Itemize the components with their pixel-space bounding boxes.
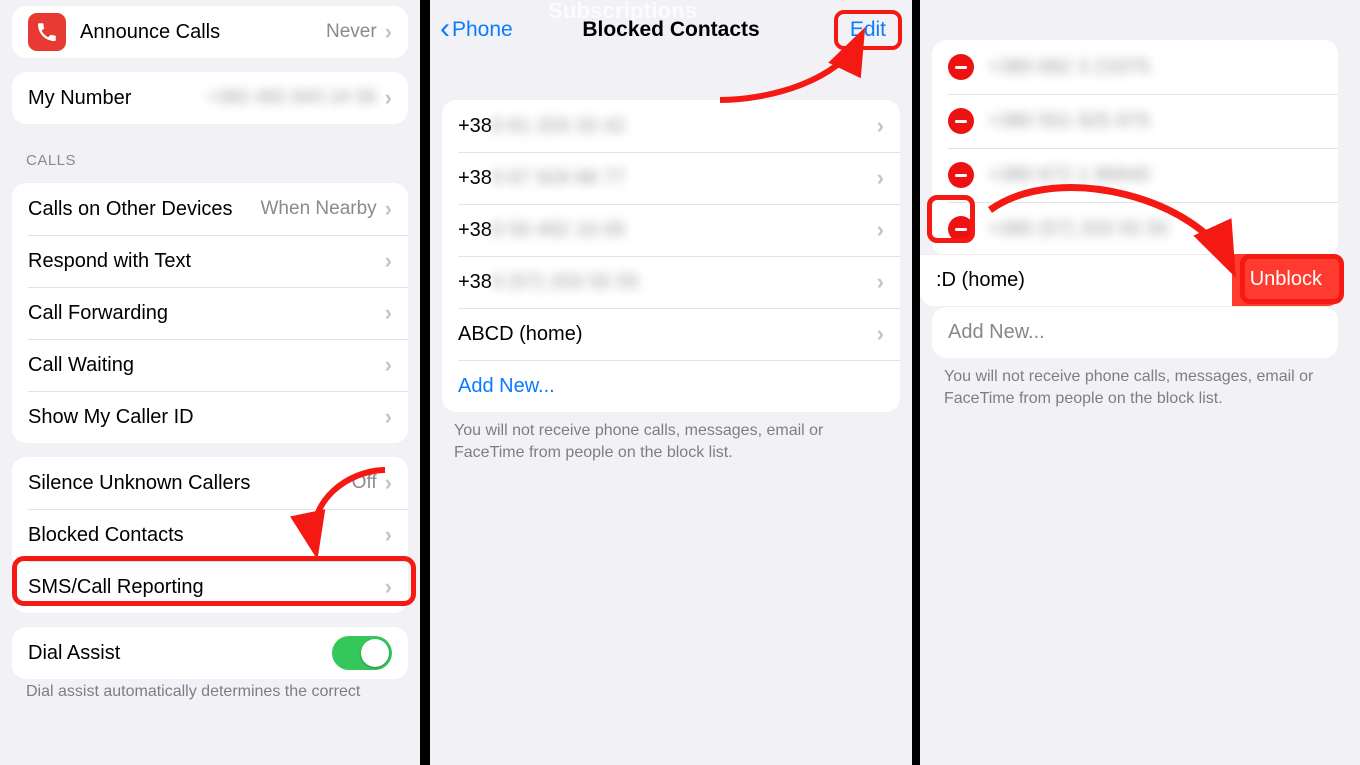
chevron-right-icon: › (383, 574, 392, 600)
chevron-right-icon: › (383, 404, 392, 430)
call-forwarding-label: Call Forwarding (28, 302, 383, 325)
chevron-right-icon: › (875, 269, 884, 295)
calls-other-devices-value: When Nearby (261, 198, 383, 220)
blocked-contacts-row[interactable]: Blocked Contacts › (12, 509, 408, 561)
call-waiting-row[interactable]: Call Waiting › (12, 339, 408, 391)
edit-blocked-row[interactable]: +380 501 925 875 (932, 94, 1338, 148)
blocked-number: +380 67 929 88 77 (458, 167, 875, 190)
remove-minus-icon[interactable] (948, 108, 974, 134)
chevron-right-icon: › (383, 248, 392, 274)
blocked-number-row[interactable]: +380 67 929 88 77 › (442, 152, 900, 204)
add-new-label: Add New... (458, 375, 884, 398)
my-number-value: +382 492 843 24 56 (207, 87, 383, 109)
unblock-button[interactable]: Unblock (1232, 254, 1340, 306)
chevron-right-icon: › (383, 19, 392, 45)
sms-call-reporting-row[interactable]: SMS/Call Reporting › (12, 561, 408, 613)
chevron-right-icon: › (383, 522, 392, 548)
blocked-contacts-label: Blocked Contacts (28, 524, 383, 547)
blocked-contact-name: ABCD (home) (458, 323, 875, 346)
blocked-number: +380 (57) 203 55 55 (988, 218, 1322, 241)
remove-minus-icon[interactable] (948, 162, 974, 188)
blocked-number: +380 501 925 875 (988, 110, 1322, 133)
silence-unknown-callers-row[interactable]: Silence Unknown Callers Off › (12, 457, 408, 509)
blocked-number: +380 (57) 203 55 55 (458, 271, 875, 294)
announce-calls-value: Never (326, 21, 383, 43)
respond-with-text-row[interactable]: Respond with Text › (12, 235, 408, 287)
show-my-caller-id-row[interactable]: Show My Caller ID › (12, 391, 408, 443)
chevron-right-icon: › (875, 165, 884, 191)
silence-unknown-callers-value: Off (352, 472, 383, 494)
edit-blocked-row[interactable]: +380 682 3 23375 (932, 40, 1338, 94)
blocked-number-row[interactable]: +380 50 492 10 05 › (442, 204, 900, 256)
add-new-row[interactable]: Add New... (442, 360, 900, 412)
calls-other-devices-row[interactable]: Calls on Other Devices When Nearby › (12, 183, 408, 235)
blocked-contact-row[interactable]: ABCD (home) › (442, 308, 900, 360)
block-list-note: You will not receive phone calls, messag… (944, 366, 1326, 409)
dial-assist-toggle[interactable] (332, 636, 392, 670)
announce-calls-row[interactable]: Announce Calls Never › (12, 6, 408, 58)
announce-calls-label: Announce Calls (80, 21, 326, 44)
block-list-note: You will not receive phone calls, messag… (454, 420, 888, 463)
chevron-right-icon: › (875, 113, 884, 139)
chevron-right-icon: › (875, 321, 884, 347)
dial-assist-label: Dial Assist (28, 642, 332, 665)
chevron-right-icon: › (383, 352, 392, 378)
dial-assist-row[interactable]: Dial Assist (12, 627, 408, 679)
show-my-caller-id-label: Show My Caller ID (28, 406, 383, 429)
dial-assist-note: Dial assist automatically determines the… (26, 683, 402, 701)
blocked-number: +380 61 203 33 42 (458, 115, 875, 138)
page-title: Blocked Contacts (430, 18, 912, 42)
respond-with-text-label: Respond with Text (28, 250, 383, 273)
remove-minus-icon[interactable] (948, 216, 974, 242)
calls-other-devices-label: Calls on Other Devices (28, 198, 261, 221)
remove-minus-icon[interactable] (948, 54, 974, 80)
edit-blocked-row[interactable]: +380 672 1 86840 (932, 148, 1338, 202)
blocked-number-row[interactable]: +380 61 203 33 42 › (442, 100, 900, 152)
chevron-right-icon: › (383, 470, 392, 496)
blocked-number: +380 50 492 10 05 (458, 219, 875, 242)
blocked-number: +380 672 1 86840 (988, 164, 1322, 187)
my-number-row[interactable]: My Number +382 492 843 24 56 › (12, 72, 408, 124)
call-waiting-label: Call Waiting (28, 354, 383, 377)
chevron-right-icon: › (383, 300, 392, 326)
chevron-right-icon: › (875, 217, 884, 243)
blocked-number: +380 682 3 23375 (988, 56, 1322, 79)
blocked-number-row[interactable]: +380 (57) 203 55 55 › (442, 256, 900, 308)
silence-unknown-callers-label: Silence Unknown Callers (28, 472, 352, 495)
my-number-label: My Number (28, 87, 207, 110)
edit-blocked-row[interactable]: +380 (57) 203 55 55 (932, 202, 1338, 256)
swiped-contact-name: :D (home) (920, 254, 1232, 306)
chevron-right-icon: › (383, 85, 392, 111)
sms-call-reporting-label: SMS/Call Reporting (28, 576, 383, 599)
add-new-row[interactable]: Add New... (932, 306, 1338, 358)
call-forwarding-row[interactable]: Call Forwarding › (12, 287, 408, 339)
chevron-right-icon: › (383, 196, 392, 222)
announce-calls-icon (28, 13, 66, 51)
calls-section-title: CALLS (26, 152, 408, 169)
